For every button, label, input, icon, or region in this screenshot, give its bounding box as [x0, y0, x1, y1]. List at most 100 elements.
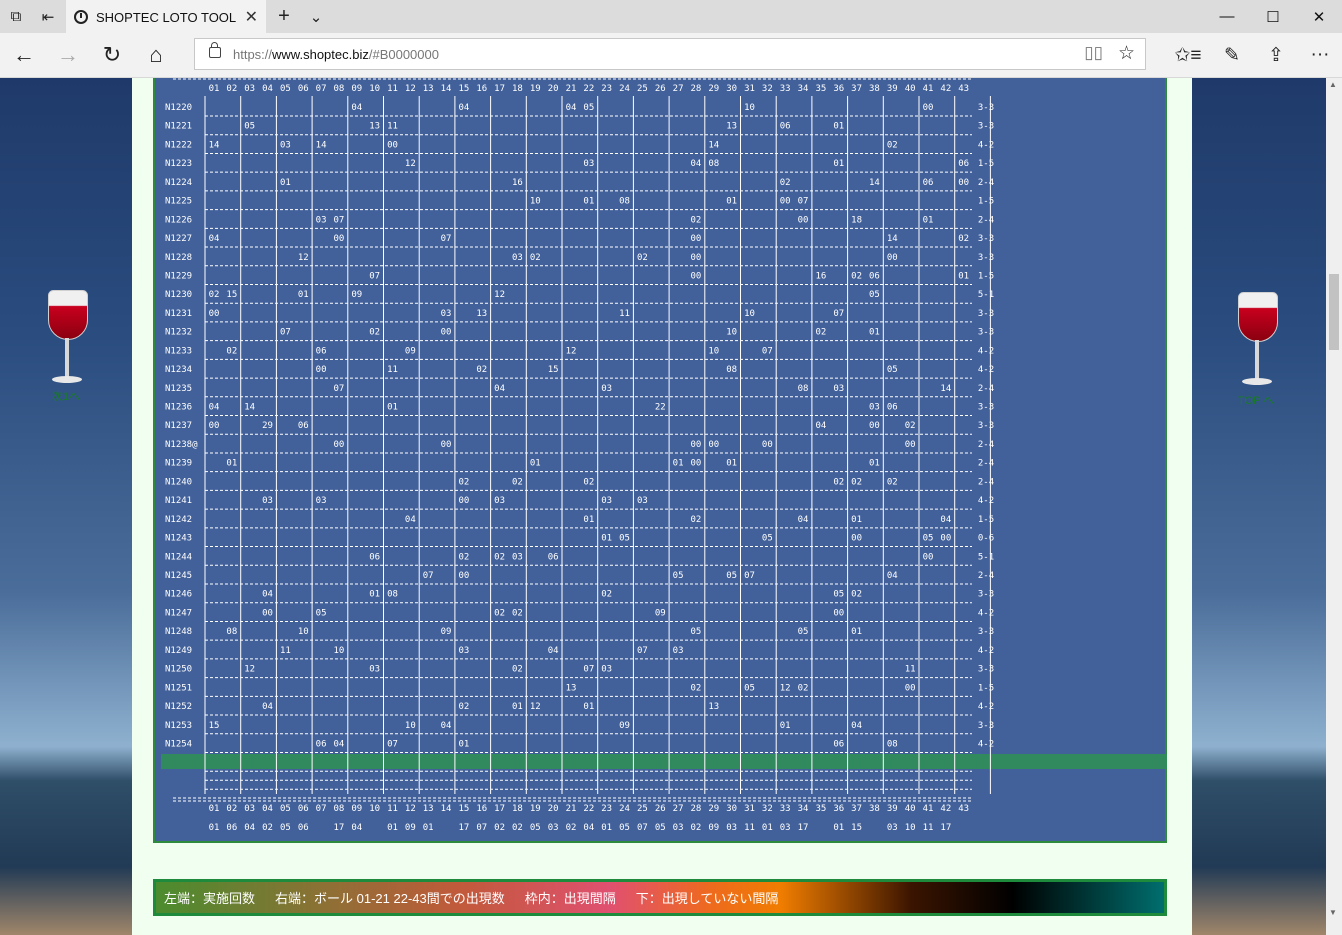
row-ratio: 4-2 — [978, 140, 994, 150]
column-footer: 29 — [708, 804, 719, 814]
row-label: N1242 — [165, 515, 192, 525]
interval-cell: 02 — [887, 140, 898, 150]
row-label: N1254 — [165, 739, 192, 749]
interval-cell: 04 — [494, 384, 505, 394]
interval-cell: 05 — [869, 290, 880, 300]
interval-cell: 00 — [458, 496, 469, 506]
row-ratio: 2-4 — [978, 477, 994, 487]
interval-cell: 05 — [887, 365, 898, 375]
interval-cell: 02 — [458, 702, 469, 712]
wine-glass-right-icon[interactable] — [1238, 292, 1278, 392]
interval-cell: 07 — [583, 665, 594, 675]
notes-icon[interactable]: ✎ — [1210, 33, 1254, 77]
scrollbar-thumb[interactable] — [1329, 274, 1339, 350]
interval-cell: 12 — [530, 702, 541, 712]
vertical-scrollbar[interactable]: ▲ ▼ — [1326, 78, 1342, 935]
refresh-button[interactable]: ↻ — [90, 33, 134, 77]
set-aside-tabs-icon[interactable]: ⧉ — [0, 0, 32, 33]
column-header: 34 — [798, 84, 809, 94]
address-bar[interactable]: https://www.shoptec.biz/#B0000000 ▯▯ ☆ — [194, 38, 1146, 70]
column-header: 43 — [958, 84, 969, 94]
missing-interval: 04 — [583, 823, 594, 833]
clock-icon — [74, 10, 88, 24]
interval-cell: 03 — [369, 665, 380, 675]
interval-cell: 01 — [869, 328, 880, 338]
column-header: 14 — [441, 84, 452, 94]
legend-right: 右端：ボール 01-21 22-43間での出現数 — [275, 891, 505, 906]
active-tab[interactable]: SHOPTEC LOTO TOOL ✕ — [66, 0, 266, 34]
column-footer: 09 — [351, 804, 362, 814]
row-label: N1224 — [165, 178, 192, 188]
forward-button[interactable]: → — [46, 33, 90, 77]
row-ratio: 3-3 — [978, 234, 994, 244]
row-label: N1243 — [165, 534, 192, 544]
home-button[interactable]: ⌂ — [134, 33, 178, 77]
interval-cell: 00 — [691, 459, 702, 469]
interval-cell: 07 — [280, 328, 291, 338]
interval-cell: 00 — [334, 440, 345, 450]
interval-cell: 00 — [334, 234, 345, 244]
row-ratio: 3-3 — [978, 122, 994, 132]
back-button[interactable]: ← — [2, 33, 46, 77]
prev-link[interactable]: 次1へ — [52, 388, 80, 404]
wine-glass-left-icon[interactable] — [48, 290, 88, 390]
missing-interval: 01 — [209, 823, 220, 833]
top-link[interactable]: TOP へ — [1238, 392, 1274, 408]
row-label: N1231 — [165, 309, 192, 319]
maximize-button[interactable]: ☐ — [1250, 0, 1296, 33]
interval-cell: 07 — [369, 271, 380, 281]
interval-cell: 01 — [512, 702, 523, 712]
interval-cell: 03 — [458, 646, 469, 656]
interval-cell: 13 — [476, 309, 487, 319]
interval-cell: 00 — [798, 215, 809, 225]
column-footer: 04 — [262, 804, 273, 814]
interval-cell: 04 — [798, 515, 809, 525]
interval-cell: 04 — [458, 103, 469, 113]
legend-bar: 左端：実施回数 右端：ボール 01-21 22-43間での出現数 枠内：出現間隔… — [153, 879, 1167, 916]
interval-cell: 00 — [691, 253, 702, 263]
interval-cell: 11 — [619, 309, 630, 319]
interval-cell: 03 — [316, 215, 327, 225]
scroll-down-icon[interactable]: ▼ — [1329, 908, 1337, 917]
interval-cell: 02 — [494, 608, 505, 618]
row-ratio: 2-4 — [978, 384, 994, 394]
interval-cell: 04 — [940, 515, 951, 525]
column-footer: 25 — [637, 804, 648, 814]
close-window-button[interactable]: ✕ — [1296, 0, 1342, 33]
share-icon[interactable]: ⇪ — [1254, 33, 1298, 77]
interval-cell: 05 — [798, 627, 809, 637]
interval-cell: 11 — [387, 365, 398, 375]
interval-cell: 00 — [209, 421, 220, 431]
interval-cell: 02 — [601, 590, 612, 600]
column-footer: 37 — [851, 804, 862, 814]
more-menu-button[interactable]: ··· — [1298, 33, 1342, 77]
tab-menu-button[interactable]: ⌄ — [300, 0, 332, 33]
scroll-up-icon[interactable]: ▲ — [1329, 80, 1337, 89]
url-text[interactable]: https://www.shoptec.biz/#B0000000 — [233, 47, 439, 62]
tab-close-button[interactable]: ✕ — [245, 7, 258, 27]
favorites-hub-icon[interactable]: ✩≡ — [1166, 33, 1210, 77]
column-footer: 33 — [780, 804, 791, 814]
row-ratio: 1-5 — [978, 683, 994, 693]
minimize-button[interactable]: — — [1204, 0, 1250, 33]
interval-cell: 03 — [637, 496, 648, 506]
interval-cell: 06 — [369, 552, 380, 562]
interval-cell: 01 — [583, 702, 594, 712]
column-footer: 38 — [869, 804, 880, 814]
column-footer: 34 — [798, 804, 809, 814]
tabs-aside-icon[interactable]: ⇤ — [32, 0, 64, 33]
interval-cell: 00 — [691, 234, 702, 244]
row-ratio: 2-4 — [978, 178, 994, 188]
interval-cell: 02 — [458, 552, 469, 562]
missing-interval: 02 — [691, 823, 702, 833]
row-label: N1240 — [165, 477, 192, 487]
missing-interval: 03 — [887, 823, 898, 833]
row-ratio: 3-3 — [978, 665, 994, 675]
favorite-star-icon[interactable]: ☆ — [1118, 42, 1135, 65]
column-header: 12 — [405, 84, 416, 94]
interval-cell: 01 — [851, 627, 862, 637]
interval-cell: 00 — [958, 178, 969, 188]
new-tab-button[interactable]: + — [268, 0, 300, 33]
reading-view-icon[interactable]: ▯▯ — [1084, 43, 1103, 63]
column-header: 17 — [494, 84, 505, 94]
